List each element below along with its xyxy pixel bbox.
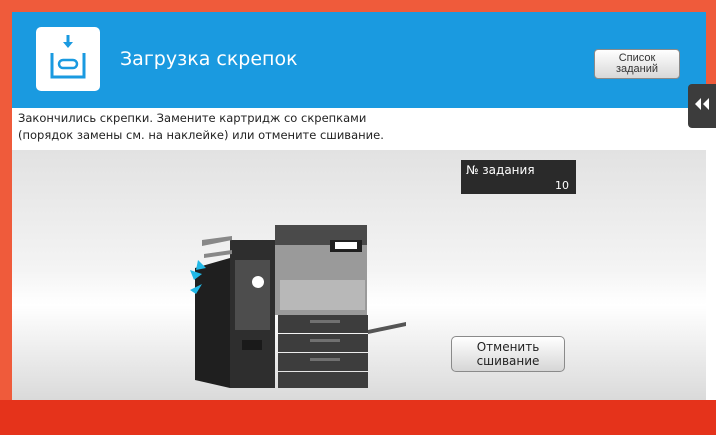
job-list-button[interactable]: Список заданий: [594, 49, 680, 79]
staple-load-icon: [36, 27, 100, 91]
printer-illustration: [170, 200, 410, 390]
job-list-button-label: Список заданий: [615, 52, 659, 75]
message-line-1: Закончились скрепки. Замените картридж с…: [18, 111, 367, 125]
frame-top: [0, 0, 716, 12]
header: Загрузка скрепок Список заданий: [12, 12, 706, 108]
page-title: Загрузка скрепок: [120, 48, 298, 70]
collapse-panel-tab[interactable]: [688, 84, 716, 128]
frame-left: [0, 0, 12, 435]
frame-right: [706, 0, 716, 90]
message-line-2: (порядок замены см. на наклейке) или отм…: [18, 128, 384, 142]
job-number-value: 10: [555, 179, 569, 192]
cancel-stapling-button[interactable]: Отменить сшивание: [451, 336, 565, 372]
instruction-message: Закончились скрепки. Замените картридж с…: [18, 110, 678, 144]
job-number-label: № задания: [466, 163, 535, 177]
double-chevron-left-icon: [694, 97, 710, 115]
job-number-panel: № задания 10: [461, 160, 576, 194]
bottom-status-bar: [0, 400, 716, 435]
cancel-stapling-button-label: Отменить сшивание: [476, 340, 540, 368]
